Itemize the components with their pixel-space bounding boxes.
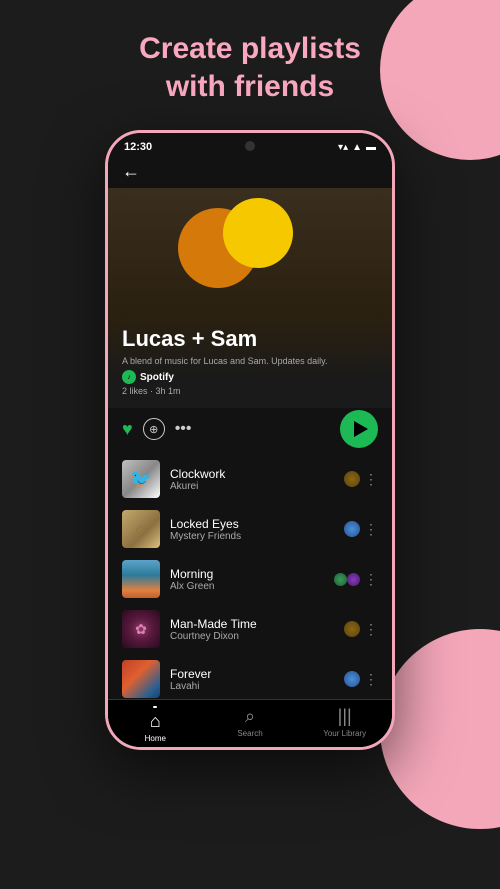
playlist-duration: 3h 1m [156, 386, 181, 396]
playlist-likes: 2 likes [122, 386, 148, 396]
more-options-button[interactable]: ••• [175, 420, 192, 438]
battery-icon: ▬ [366, 142, 376, 153]
track-info-forever: Forever Lavahi [170, 667, 334, 692]
add-user-button[interactable]: ⊕ [143, 418, 165, 440]
track-name: Forever [170, 667, 334, 681]
spotify-logo-icon: ♪ [127, 374, 131, 381]
playlist-info: Lucas + Sam A blend of music for Lucas a… [108, 318, 392, 408]
playlist-description: A blend of music for Lucas and Sam. Upda… [122, 356, 378, 366]
spotify-logo: ♪ [122, 370, 136, 384]
provider-name: Spotify [140, 372, 174, 383]
phone-screen: 12:30 ▾▴ ▲ ▬ ← Lucas + Sam A blend of mu… [108, 133, 392, 747]
nav-home-label: Home [145, 734, 166, 743]
track-more-button[interactable]: ⋮ [364, 571, 378, 588]
artwork-circle-yellow [223, 198, 293, 268]
track-row[interactable]: Morning Alx Green ⋮ [108, 554, 392, 604]
playlist-actions: ♥ ⊕ ••• [108, 408, 392, 454]
playlist-artwork [108, 188, 392, 318]
status-time: 12:30 [124, 141, 152, 153]
nav-search-label: Search [237, 729, 262, 738]
track-artwork-morning [122, 560, 160, 598]
user-avatar-brown2 [344, 621, 360, 637]
track-info-morning: Morning Alx Green [170, 567, 324, 592]
like-button[interactable]: ♥ [122, 419, 133, 440]
track-artist: Courtney Dixon [170, 631, 334, 642]
add-user-icon: ⊕ [149, 423, 158, 436]
track-artist: Lavahi [170, 681, 334, 692]
track-info-locked: Locked Eyes Mystery Friends [170, 517, 334, 542]
track-list: 🐦 Clockwork Akurei ⋮ ◇ Locked Eyes [108, 454, 392, 699]
track-actions-morning: ⋮ [334, 571, 378, 588]
nav-search[interactable]: ⌕ Search [203, 706, 298, 743]
track-actions-manmade: ⋮ [344, 621, 378, 638]
track-more-button[interactable]: ⋮ [364, 471, 378, 488]
camera-notch [245, 141, 255, 151]
track-row[interactable]: ◇ Locked Eyes Mystery Friends ⋮ [108, 504, 392, 554]
status-bar: 12:30 ▾▴ ▲ ▬ [108, 133, 392, 157]
user-avatar-blue [344, 521, 360, 537]
track-actions-forever: ⋮ [344, 671, 378, 688]
track-name: Man-Made Time [170, 617, 334, 631]
track-info-manmade: Man-Made Time Courtney Dixon [170, 617, 334, 642]
track-artwork-forever [122, 660, 160, 698]
back-button[interactable]: ← [108, 157, 392, 188]
play-icon [354, 421, 368, 437]
library-icon: ||| [338, 706, 352, 727]
nav-library-label: Your Library [323, 729, 366, 738]
playlist-meta: 2 likes · 3h 1m [122, 386, 378, 396]
track-row[interactable]: Forever Lavahi ⋮ [108, 654, 392, 699]
wifi-icon: ▾▴ [338, 142, 348, 153]
nav-library[interactable]: ||| Your Library [297, 706, 392, 743]
user-avatar-green [334, 573, 347, 586]
provider-row: ♪ Spotify [122, 370, 378, 384]
track-artwork-clockwork: 🐦 [122, 460, 160, 498]
track-more-button[interactable]: ⋮ [364, 671, 378, 688]
track-row[interactable]: ✿ Man-Made Time Courtney Dixon ⋮ [108, 604, 392, 654]
track-actions-clockwork: ⋮ [344, 471, 378, 488]
status-icons: ▾▴ ▲ ▬ [338, 142, 376, 153]
user-avatar-purple [347, 573, 360, 586]
signal-icon: ▲ [352, 142, 362, 153]
search-icon: ⌕ [245, 706, 255, 727]
play-button[interactable] [340, 410, 378, 448]
page-header: Create playlists with friends [0, 30, 500, 105]
track-more-button[interactable]: ⋮ [364, 621, 378, 638]
track-more-button[interactable]: ⋮ [364, 521, 378, 538]
phone-frame: 12:30 ▾▴ ▲ ▬ ← Lucas + Sam A blend of mu… [105, 130, 395, 750]
track-row[interactable]: 🐦 Clockwork Akurei ⋮ [108, 454, 392, 504]
playlist-title: Lucas + Sam [122, 326, 378, 352]
page-title: Create playlists with friends [0, 30, 500, 105]
user-avatar-blue2 [344, 671, 360, 687]
actions-left: ♥ ⊕ ••• [122, 418, 192, 440]
back-arrow-icon: ← [122, 161, 140, 181]
track-artwork-manmade: ✿ [122, 610, 160, 648]
track-artist: Akurei [170, 481, 334, 492]
track-info-clockwork: Clockwork Akurei [170, 467, 334, 492]
track-artwork-locked: ◇ [122, 510, 160, 548]
track-name: Morning [170, 567, 324, 581]
bottom-nav: ⌂ Home ⌕ Search ||| Your Library [108, 699, 392, 747]
user-avatar-brown [344, 471, 360, 487]
track-artist: Mystery Friends [170, 531, 334, 542]
track-name: Clockwork [170, 467, 334, 481]
track-artist: Alx Green [170, 581, 324, 592]
nav-active-indicator [153, 706, 157, 708]
track-name: Locked Eyes [170, 517, 334, 531]
nav-home[interactable]: ⌂ Home [108, 706, 203, 743]
track-actions-locked: ⋮ [344, 521, 378, 538]
home-icon: ⌂ [150, 711, 161, 732]
